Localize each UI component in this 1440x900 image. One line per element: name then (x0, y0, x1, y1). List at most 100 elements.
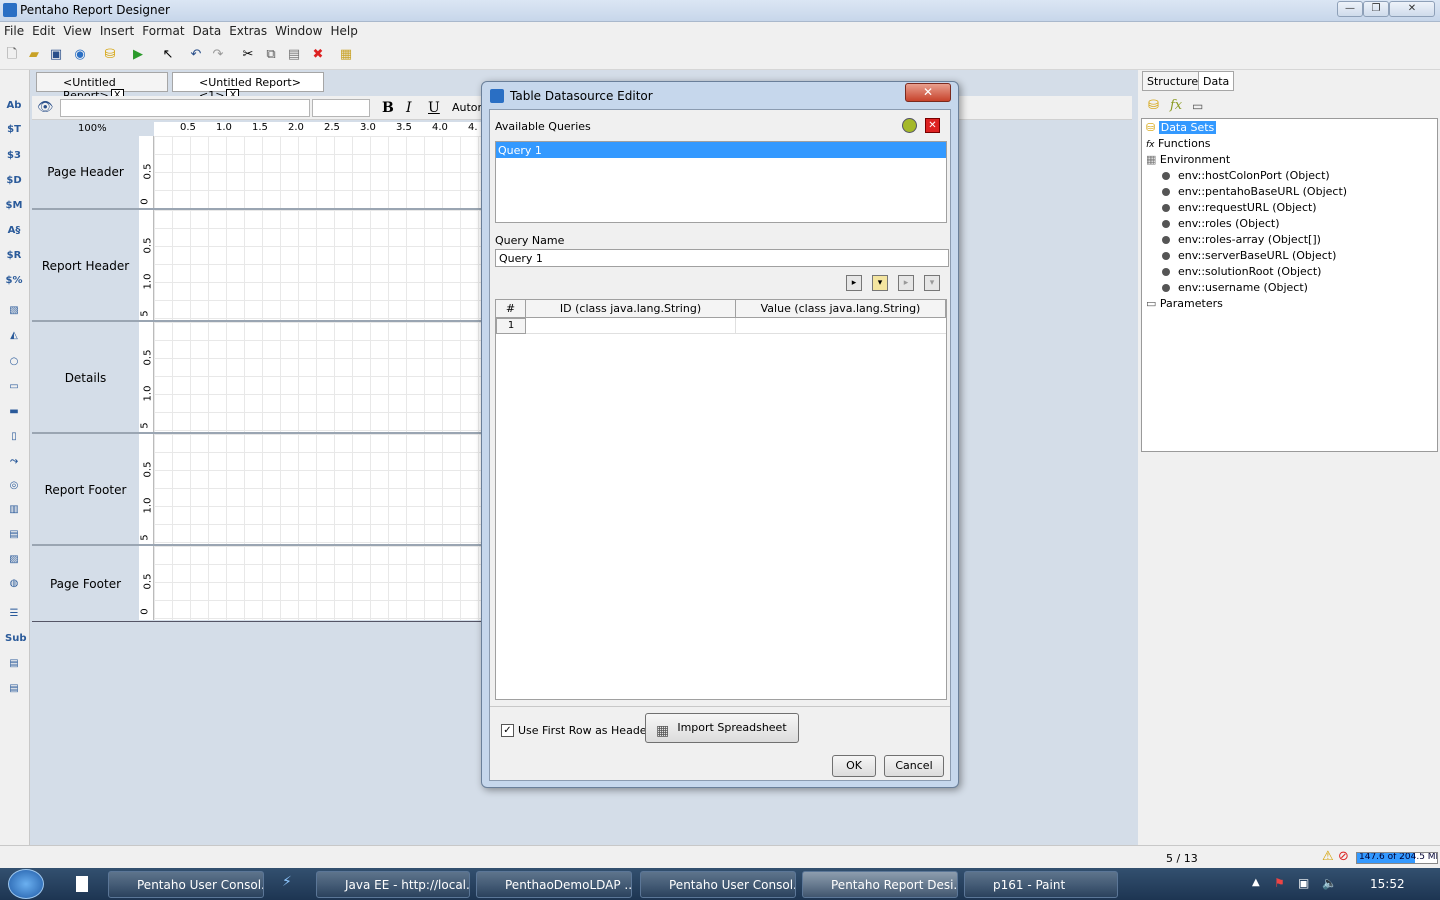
taskbar-item[interactable]: PenthaoDemoLDAP ... (476, 871, 632, 898)
close-window-button[interactable]: ✕ (1389, 1, 1435, 17)
chart-element-icon[interactable]: ◎ (5, 478, 23, 494)
section-details-label[interactable]: Details (32, 371, 139, 385)
barcode-icon[interactable]: ▥ (5, 502, 23, 518)
menu-file[interactable]: File (0, 22, 28, 40)
tree-item-env[interactable]: env::roles (Object) (1162, 217, 1280, 230)
add-column-icon[interactable]: ▸ (846, 275, 862, 291)
page-header-band[interactable] (154, 136, 484, 208)
remove-column-icon[interactable]: ▸ (898, 275, 914, 291)
image-icon[interactable]: ▨ (5, 552, 23, 568)
copy-icon[interactable]: ⧉ (263, 47, 279, 63)
tab-untitled-report[interactable]: <Untitled Report>X (36, 72, 168, 102)
clock[interactable]: 15:52 (1370, 877, 1405, 891)
cut-icon[interactable]: ✂ (240, 47, 256, 63)
tree-item-env[interactable]: env::requestURL (Object) (1162, 201, 1317, 214)
add-parameter-icon[interactable]: ▭ (1192, 99, 1203, 113)
report-footer-band[interactable] (154, 434, 484, 544)
datasource-icon[interactable]: ⛁ (102, 47, 118, 63)
menu-edit[interactable]: Edit (28, 22, 59, 40)
taskbar-item[interactable]: p161 - Paint (964, 871, 1118, 898)
taskbar-app-icon[interactable]: ⚡ (282, 874, 292, 890)
tray-network-icon[interactable]: ▣ (1298, 876, 1309, 890)
query-name-input[interactable]: Query 1 (495, 249, 949, 267)
auto-size-field[interactable]: Autor (452, 101, 482, 114)
start-button[interactable] (8, 869, 44, 899)
open-folder-icon[interactable]: ▰ (26, 47, 42, 63)
undo-icon[interactable]: ↶ (188, 47, 204, 63)
warning-icon[interactable]: ⚠ (1322, 849, 1334, 864)
tree-item-data-sets[interactable]: ⛁ Data Sets (1146, 121, 1217, 134)
tree-item-functions[interactable]: fx Functions (1146, 137, 1211, 150)
remove-row-icon[interactable]: ▾ (924, 275, 940, 291)
preview-icon[interactable]: ◉ (72, 47, 88, 63)
column-header[interactable]: # (496, 300, 526, 318)
data-grid[interactable]: # ID (class java.lang.String) Value (cla… (495, 299, 947, 700)
visibility-eye-icon[interactable]: 👁 (37, 100, 54, 115)
section-report-header-label[interactable]: Report Header (32, 259, 139, 273)
italic-button[interactable]: I (406, 100, 412, 116)
resource-label-icon[interactable]: A§ (5, 223, 23, 239)
taskbar-item[interactable]: Pentaho User Consol... (640, 871, 796, 898)
minimize-button[interactable]: — (1337, 1, 1363, 17)
dialog-close-button[interactable]: ✕ (905, 83, 951, 102)
run-icon[interactable]: ▶ (130, 47, 146, 63)
publish-icon[interactable]: ▦ (338, 47, 354, 63)
tree-item-env[interactable]: env::roles-array (Object[]) (1162, 233, 1321, 246)
menu-extras[interactable]: Extras (225, 22, 271, 40)
maximize-button[interactable]: ❐ (1363, 1, 1389, 17)
label-element-icon[interactable]: Ab (5, 98, 23, 114)
index-icon[interactable]: ▤ (5, 681, 23, 697)
import-spreadsheet-button[interactable]: ▦ Import Spreadsheet (645, 713, 799, 743)
tray-volume-icon[interactable]: 🔈 (1322, 876, 1337, 890)
row-header[interactable]: 1 (496, 318, 526, 334)
tree-item-environment[interactable]: ▦ Environment (1146, 153, 1230, 166)
query-list[interactable]: Query 1 (495, 141, 947, 223)
table-cell[interactable] (736, 318, 946, 334)
column-header[interactable]: Value (class java.lang.String) (736, 300, 946, 318)
tree-item-env[interactable]: env::serverBaseURL (Object) (1162, 249, 1336, 262)
band-icon[interactable]: ▤ (5, 527, 23, 543)
image-field-icon[interactable]: ▧ (5, 303, 23, 319)
menu-insert[interactable]: Insert (96, 22, 138, 40)
page-footer-band[interactable] (154, 546, 484, 620)
add-function-icon[interactable]: fx (1170, 98, 1182, 113)
subreport-icon[interactable]: Sub (5, 631, 26, 647)
font-size-combo[interactable] (312, 99, 370, 117)
ok-button[interactable]: OK (832, 755, 876, 777)
taskbar-item-active[interactable]: Pentaho Report Desi... (802, 871, 958, 898)
redo-icon[interactable]: ↷ (210, 47, 226, 63)
save-icon[interactable]: ▣ (48, 47, 64, 63)
menu-window[interactable]: Window (271, 22, 326, 40)
tab-structure[interactable]: Structure (1142, 71, 1204, 91)
section-page-footer-label[interactable]: Page Footer (32, 577, 139, 591)
resource-field-icon[interactable]: $R (5, 248, 23, 264)
delete-icon[interactable]: ✖ (310, 47, 326, 63)
ellipse-icon[interactable]: ○ (5, 354, 23, 370)
select-pointer-icon[interactable]: ↖ (160, 47, 176, 63)
report-header-band[interactable] (154, 210, 484, 320)
menu-data[interactable]: Data (189, 22, 226, 40)
query-list-item-selected[interactable]: Query 1 (496, 142, 946, 158)
survey-scale-icon[interactable]: ⤳ (5, 454, 23, 470)
section-report-footer-label[interactable]: Report Footer (32, 483, 139, 497)
tree-item-env[interactable]: env::solutionRoot (Object) (1162, 265, 1321, 278)
date-field-icon[interactable]: $D (5, 173, 23, 189)
font-family-combo[interactable] (60, 99, 310, 117)
chart-icon[interactable]: ◭ (5, 328, 23, 344)
bar-sparkline-icon[interactable]: ◍ (5, 576, 23, 592)
document-icon[interactable]: ▤ (5, 656, 23, 672)
tree-item-env[interactable]: env::username (Object) (1162, 281, 1308, 294)
tray-arrow-icon[interactable]: ▲ (1252, 877, 1260, 888)
details-band[interactable] (154, 322, 484, 432)
message-field-icon[interactable]: $M (5, 198, 23, 214)
taskbar-item[interactable]: Java EE - http://local... (316, 871, 470, 898)
tree-item-env[interactable]: env::pentahoBaseURL (Object) (1162, 185, 1347, 198)
menu-help[interactable]: Help (326, 22, 361, 40)
add-datasource-icon[interactable]: ⛁ (1148, 98, 1159, 113)
tree-item-env[interactable]: env::hostColonPort (Object) (1162, 169, 1330, 182)
underline-button[interactable]: U (428, 100, 440, 116)
section-page-header-label[interactable]: Page Header (32, 165, 139, 179)
tree-item-parameters[interactable]: ▭ Parameters (1146, 297, 1223, 310)
remove-query-icon[interactable]: ✕ (925, 118, 940, 133)
menu-view[interactable]: View (59, 22, 95, 40)
